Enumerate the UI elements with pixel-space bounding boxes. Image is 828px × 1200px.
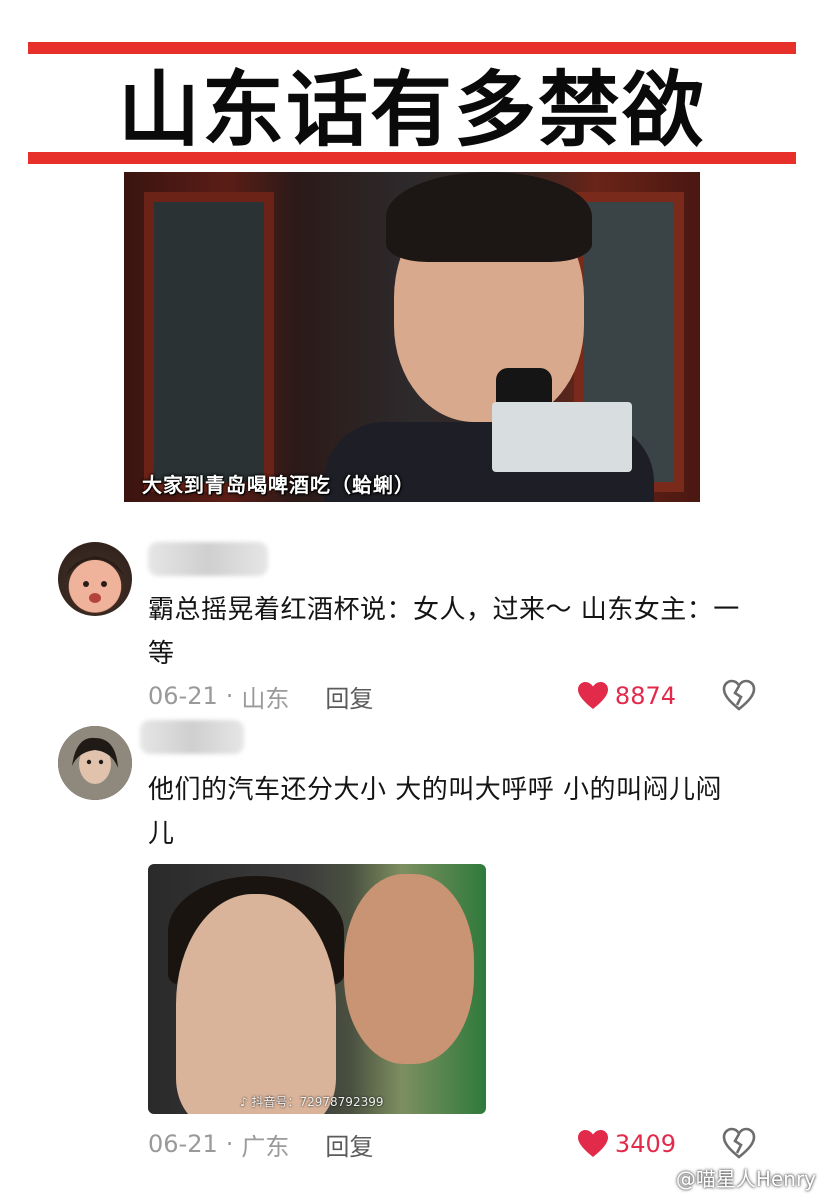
- comment-text: 他们的汽车还分大小 大的叫大呼呼 小的叫闷儿闷儿: [148, 775, 723, 849]
- video-screenshot[interactable]: 大家到青岛喝啤酒吃（蛤蜊）: [124, 172, 700, 502]
- username-hidden: [140, 720, 244, 754]
- broken-heart-icon[interactable]: [722, 1127, 756, 1161]
- like-count: 3409: [614, 1130, 676, 1158]
- like-button[interactable]: 3409: [577, 1129, 676, 1159]
- title-bar-bottom: [28, 152, 796, 164]
- person-hair: [386, 172, 592, 262]
- comment-date: 06-21: [148, 1130, 218, 1158]
- comment-item: 霸总摇晃着红酒杯说：女人，过来～ 山东女主：一等 06-21 · 山东 回复 8…: [0, 540, 828, 720]
- comment-meta: 06-21 · 广东 回复 3409: [148, 1126, 768, 1162]
- reply-button[interactable]: 回复: [325, 679, 373, 714]
- watermark-text: @喵星人Henry: [675, 1167, 816, 1191]
- avatar-image: [58, 726, 132, 800]
- image-woman: [176, 894, 336, 1114]
- avatar[interactable]: [58, 726, 132, 800]
- heart-icon: [577, 682, 608, 709]
- page-title: 山东话有多禁欲: [117, 62, 706, 158]
- heart-icon: [577, 1130, 608, 1157]
- image-watermark-text: 抖音号：72978792399: [251, 1095, 384, 1109]
- weibo-icon: [641, 1168, 669, 1189]
- username-hidden: [148, 542, 268, 576]
- comment-date: 06-21: [148, 682, 218, 710]
- like-count: 8874: [614, 682, 676, 710]
- title-banner: 山东话有多禁欲: [28, 42, 796, 164]
- image-man: [344, 874, 474, 1064]
- reply-button[interactable]: 回复: [325, 1127, 373, 1162]
- comment-item: 他们的汽车还分大小 大的叫大呼呼 小的叫闷儿闷儿 ♪ 抖音号：729787923…: [0, 718, 828, 1178]
- video-subtitle: 大家到青岛喝啤酒吃（蛤蜊）: [142, 473, 415, 497]
- avatar[interactable]: [58, 542, 132, 616]
- comment-location: 山东: [241, 684, 290, 713]
- meta-separator: ·: [225, 682, 234, 710]
- comment-meta: 06-21 · 山东 回复 8874: [148, 678, 768, 714]
- cabinet-left: [144, 192, 274, 492]
- tiktok-icon: ♪: [240, 1095, 248, 1109]
- weibo-watermark: @喵星人Henry: [641, 1163, 816, 1192]
- meta-separator: ·: [225, 1130, 234, 1158]
- microphone-flag: [492, 402, 632, 472]
- comment-text: 霸总摇晃着红酒杯说：女人，过来～ 山东女主：一等: [148, 595, 740, 669]
- avatar-image: [66, 556, 124, 612]
- image-watermark: ♪ 抖音号：72978792399: [240, 1093, 383, 1110]
- comment-image[interactable]: ♪ 抖音号：72978792399: [148, 864, 486, 1114]
- broken-heart-icon[interactable]: [722, 679, 756, 713]
- like-button[interactable]: 8874: [577, 681, 676, 711]
- comment-location: 广东: [241, 1132, 290, 1161]
